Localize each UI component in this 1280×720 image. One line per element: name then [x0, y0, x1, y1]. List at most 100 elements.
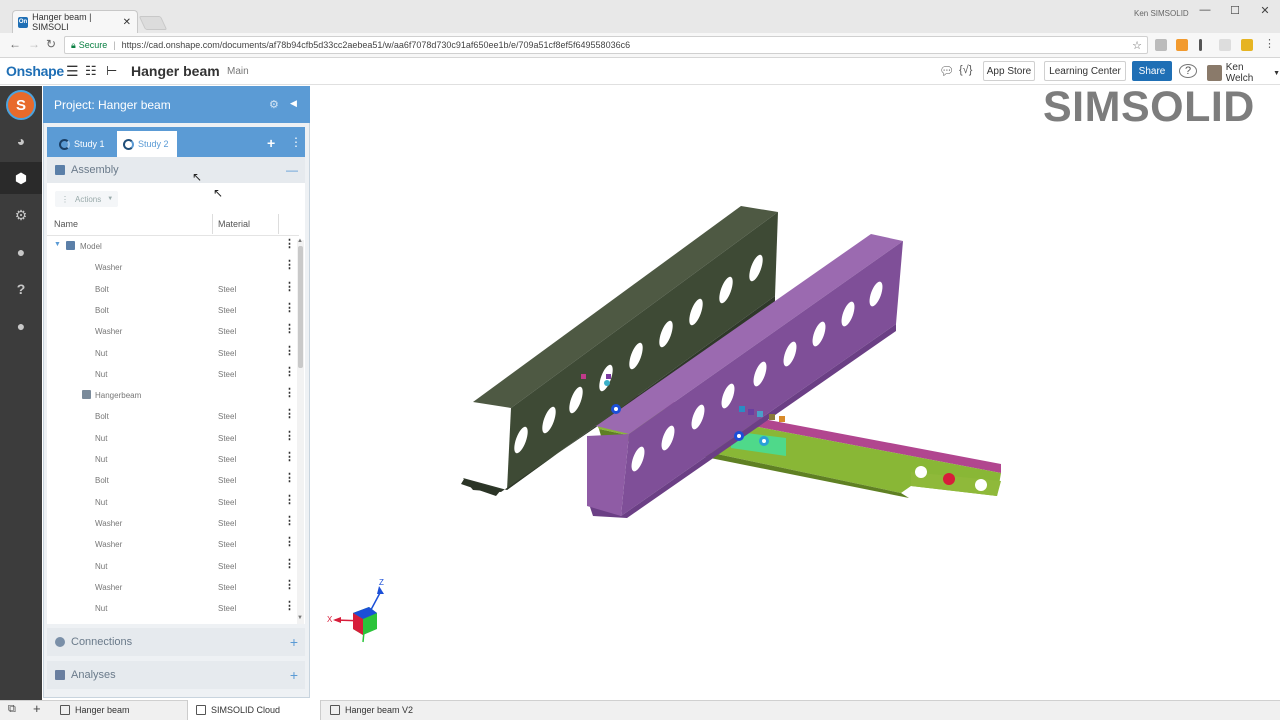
cube-icon[interactable]: ⬢ — [12, 169, 30, 187]
simsolid-logo-icon[interactable]: S — [6, 90, 36, 120]
forward-arrow-icon[interactable]: → — [28, 37, 40, 51]
3d-viewport[interactable]: Z X — [311, 86, 1280, 700]
tree-row[interactable]: Washer ⋮ — [47, 257, 295, 278]
extension-icon[interactable] — [1155, 39, 1167, 51]
add-tab-icon[interactable]: + — [33, 701, 41, 716]
row-more-icon[interactable]: ⋮ — [284, 537, 295, 548]
column-separator[interactable] — [212, 214, 213, 234]
tree-row[interactable]: Hangerbeam ⋮ — [47, 385, 295, 406]
column-header-material[interactable]: Material — [218, 219, 250, 229]
tab-study-1[interactable]: Study 1 — [53, 131, 111, 157]
row-more-icon[interactable]: ⋮ — [284, 388, 295, 399]
document-title[interactable]: Hanger beam — [131, 63, 220, 79]
scroll-down-icon[interactable]: ▼ — [297, 615, 303, 621]
column-separator[interactable] — [278, 214, 279, 234]
row-more-icon[interactable]: ⋮ — [284, 579, 295, 591]
user-icon[interactable]: ● — [12, 243, 30, 261]
onshape-logo[interactable]: Onshape — [6, 63, 64, 79]
share-button[interactable]: Share — [1132, 61, 1172, 81]
row-more-icon[interactable]: ⋮ — [284, 430, 295, 442]
bookmark-star-icon[interactable]: ☆ — [1132, 39, 1142, 52]
tab-simsolid-cloud[interactable]: SIMSOLID Cloud — [187, 700, 321, 720]
row-more-icon[interactable]: ⋮ — [284, 515, 295, 527]
row-more-icon[interactable]: ⋮ — [284, 409, 295, 420]
add-connection-icon[interactable]: + — [290, 634, 298, 650]
actions-dropdown[interactable]: ⋮ Actions ▼ — [55, 191, 118, 207]
variable-icon[interactable]: {√} — [959, 64, 972, 76]
assembly-section-header[interactable]: Assembly — — [47, 157, 305, 183]
row-more-icon[interactable]: ⋮ — [284, 281, 295, 293]
tree-row[interactable]: Nut Steel ⋮ — [47, 598, 295, 619]
row-more-icon[interactable]: ⋮ — [284, 473, 295, 484]
minimize-icon[interactable]: — — [1190, 4, 1220, 16]
row-more-icon[interactable]: ⋮ — [284, 452, 295, 463]
menu-icon[interactable]: ☰ — [66, 63, 79, 80]
address-bar[interactable]: 🔒︎ Secure | https://cad.onshape.com/docu… — [64, 36, 1148, 54]
row-more-icon[interactable]: ⋮ — [284, 324, 295, 335]
model-render[interactable] — [311, 86, 1280, 700]
row-more-icon[interactable]: ⋮ — [284, 260, 295, 271]
tree-row[interactable]: Washer Steel ⋮ — [47, 321, 295, 342]
user-menu[interactable]: Ken Welch ▼ — [1207, 62, 1280, 84]
analyses-section-header[interactable]: Analyses + — [47, 661, 305, 689]
row-more-icon[interactable]: ⋮ — [284, 239, 295, 250]
tree-row[interactable]: Bolt Steel ⋮ — [47, 470, 295, 491]
comment-icon[interactable]: 💬︎ — [939, 64, 954, 78]
gear-icon[interactable]: ⚙ — [12, 206, 30, 224]
column-header-name[interactable]: Name — [54, 219, 78, 229]
instances-icon[interactable]: ⊢ — [106, 63, 117, 79]
browser-menu-icon[interactable]: ⋮ — [1264, 37, 1275, 50]
study-more-icon[interactable]: ⋮ — [290, 135, 302, 149]
tab-study-2[interactable]: Study 2 — [117, 131, 177, 157]
reload-icon[interactable]: ↻ — [46, 37, 56, 51]
tree-row[interactable]: Bolt Steel ⋮ — [47, 406, 295, 427]
tab-hanger-beam[interactable]: Hanger beam — [52, 700, 186, 720]
connections-section-header[interactable]: Connections + — [47, 628, 305, 656]
tab-filter-icon[interactable]: ⧉ — [8, 703, 16, 716]
document-branch[interactable]: Main — [227, 66, 249, 77]
browser-tab[interactable]: On Hanger beam | SIMSOLI ✕ — [12, 10, 138, 33]
close-tab-icon[interactable]: ✕ — [123, 17, 131, 28]
tree-row[interactable]: Nut Steel ⋮ — [47, 343, 295, 364]
extension-icon[interactable] — [1199, 39, 1202, 51]
learning-center-button[interactable]: Learning Center — [1044, 61, 1126, 81]
collapse-panel-icon[interactable]: ◀ — [290, 98, 297, 109]
dashboard-icon[interactable]: ◕ — [12, 132, 30, 150]
close-window-icon[interactable]: ✕ — [1250, 4, 1280, 17]
features-list-icon[interactable]: ☷ — [85, 63, 97, 79]
tree-row[interactable]: Bolt Steel ⋮ — [47, 300, 295, 321]
project-settings-icon[interactable]: ⚙ — [269, 98, 279, 111]
expand-caret-icon[interactable]: ▼ — [54, 241, 61, 248]
extension-icon[interactable] — [1219, 39, 1231, 51]
row-more-icon[interactable]: ⋮ — [284, 601, 295, 612]
tree-row[interactable]: Nut Steel ⋮ — [47, 428, 295, 449]
tree-row[interactable]: ▼ Model ⋮ — [47, 236, 295, 257]
add-study-icon[interactable]: + — [267, 135, 275, 151]
app-store-button[interactable]: App Store — [983, 61, 1035, 81]
row-more-icon[interactable]: ⋮ — [284, 558, 295, 570]
extension-icon[interactable] — [1176, 39, 1188, 51]
tree-row[interactable]: Washer Steel ⋮ — [47, 534, 295, 555]
chat-icon[interactable]: ● — [12, 317, 30, 335]
tree-row[interactable]: Nut Steel ⋮ — [47, 492, 295, 513]
help-rail-icon[interactable]: ? — [12, 280, 30, 298]
tree-row[interactable]: Washer Steel ⋮ — [47, 577, 295, 598]
collapse-section-icon[interactable]: — — [286, 163, 298, 177]
add-analysis-icon[interactable]: + — [290, 667, 298, 683]
axis-triad[interactable] — [333, 586, 384, 643]
tree-row[interactable]: Bolt Steel ⋮ — [47, 279, 295, 300]
maximize-icon[interactable]: ☐ — [1220, 4, 1250, 17]
row-more-icon[interactable]: ⋮ — [284, 494, 295, 506]
row-more-icon[interactable]: ⋮ — [284, 366, 295, 378]
back-arrow-icon[interactable]: ← — [9, 37, 21, 51]
extension-icon[interactable] — [1241, 39, 1253, 51]
tab-hanger-beam-v2[interactable]: Hanger beam V2 — [322, 700, 456, 720]
help-icon[interactable]: ? — [1179, 64, 1197, 78]
scroll-up-icon[interactable]: ▲ — [297, 238, 303, 244]
tree-row[interactable]: Nut Steel ⋮ — [47, 556, 295, 577]
tree-scrollbar-thumb[interactable] — [298, 246, 303, 368]
tree-row[interactable]: Nut Steel ⋮ — [47, 364, 295, 385]
tree-row[interactable]: Washer Steel ⋮ — [47, 513, 295, 534]
row-more-icon[interactable]: ⋮ — [284, 345, 295, 357]
row-more-icon[interactable]: ⋮ — [284, 302, 295, 314]
